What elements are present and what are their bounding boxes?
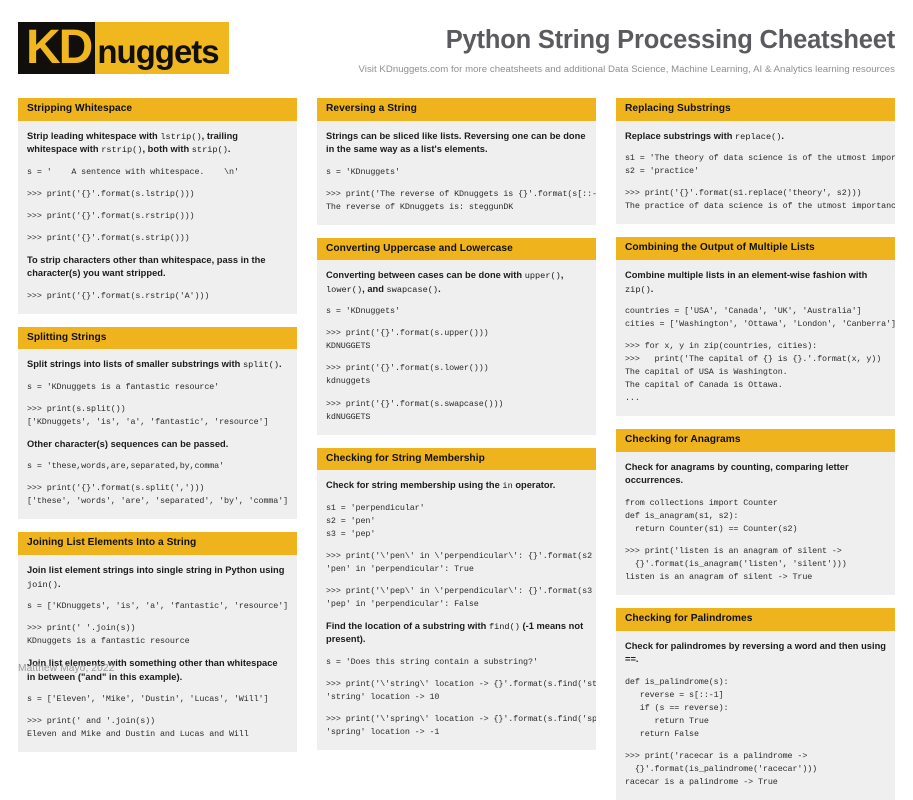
- page-header: KD nuggets Python String Processing Chea…: [0, 0, 913, 76]
- code-snippet: s = 'KDnuggets': [326, 306, 400, 317]
- code-snippet: >>> print('{}'.format(s.lower())) kdnugg…: [326, 363, 489, 387]
- card-title: Converting Uppercase and Lowercase: [317, 237, 596, 261]
- card-description: Combine multiple lists in an element-wis…: [625, 270, 868, 295]
- code-snippet: >>> print('\'pen\' in \'perpendicular\':…: [326, 550, 592, 574]
- card-description: Other character(s) sequences can be pass…: [27, 438, 229, 449]
- cheatsheet-card: Joining List Elements Into a String Join …: [18, 532, 297, 753]
- card-title: Checking for String Membership: [317, 447, 596, 471]
- cheatsheet-card: Checking for Palindromes Check for palind…: [616, 607, 895, 800]
- cheatsheet-card: Checking for Anagrams Check for anagrams …: [616, 429, 895, 595]
- card-description: To strip characters other than whitespac…: [27, 254, 266, 279]
- code-snippet: >>> print(' and '.join(s)) Eleven and Mi…: [27, 716, 249, 740]
- cheatsheet-card: Replacing Substrings Replace substrings w…: [616, 98, 895, 225]
- cheatsheet-card: Checking for String Membership Check for …: [317, 447, 596, 750]
- footer-credit: Matthew Mayo, 2022: [18, 663, 115, 674]
- code-snippet: countries = ['USA', 'Canada', 'UK', 'Aus…: [625, 305, 895, 329]
- code-snippet: >>> print('{}'.format(s1.replace('theory…: [625, 188, 895, 212]
- code-snippet: >>> print('{}'.format(s.lstrip())): [27, 188, 195, 199]
- code-snippet: >>> print('{}'.format(s.upper())) KDNUGG…: [326, 328, 489, 352]
- cheatsheet-card: Combining the Output of Multiple Lists Co…: [616, 237, 895, 417]
- title-block: Python String Processing Cheatsheet Visi…: [359, 22, 896, 76]
- code-snippet: >>> print(s.split()) ['KDnuggets', 'is',…: [27, 403, 269, 427]
- card-body: Replace substrings with replace(). s1 = '…: [616, 121, 895, 225]
- cheatsheet-card: Reversing a String Strings can be sliced …: [317, 98, 596, 225]
- card-body: Combine multiple lists in an element-wis…: [616, 260, 895, 416]
- card-description: Strings can be sliced like lists. Revers…: [326, 130, 586, 155]
- card-body: Strip leading whitespace with lstrip(), …: [18, 121, 297, 314]
- code-snippet: >>> print('\'pep\' in \'perpendicular\':…: [326, 585, 592, 609]
- card-title: Joining List Elements Into a String: [18, 532, 297, 556]
- kdnuggets-logo: KD nuggets: [18, 22, 229, 74]
- cheatsheet-column: Replacing Substrings Replace substrings w…: [616, 98, 895, 800]
- code-snippet: from collections import Counter def is_a…: [625, 497, 798, 534]
- code-snippet: >>> print('{}'.format(s.strip())): [27, 232, 190, 243]
- code-snippet: >>> print('{}'.format(s.split(','))) ['t…: [27, 483, 289, 507]
- code-snippet: s = 'KDnuggets': [326, 166, 400, 177]
- card-description: Find the location of a substring with fi…: [326, 620, 584, 645]
- card-description: Check for palindromes by reversing a wor…: [625, 640, 886, 665]
- page-subtitle: Visit KDnuggets.com for more cheatsheets…: [358, 64, 895, 76]
- code-snippet: >>> print('\'spring\' location -> {}'.fo…: [326, 713, 596, 737]
- cheatsheet-column: Stripping Whitespace Strip leading whites…: [18, 98, 297, 753]
- logo-nuggets-text: nuggets: [95, 22, 229, 74]
- code-snippet: >>> print('racecar is a palindrome -> {}…: [625, 750, 818, 787]
- code-snippet: s = 'KDnuggets is a fantastic resource': [27, 381, 220, 392]
- cheatsheet-column: Reversing a String Strings can be sliced …: [317, 98, 596, 750]
- card-title: Combining the Output of Multiple Lists: [616, 237, 895, 261]
- card-title: Reversing a String: [317, 98, 596, 121]
- cheatsheet-page: KD nuggets Python String Processing Chea…: [0, 0, 913, 800]
- code-snippet: >>> print('\'string\' location -> {}'.fo…: [326, 678, 596, 702]
- code-snippet: >>> print('{}'.format(s.rstrip('A'))): [27, 290, 210, 301]
- card-description: Split strings into lists of smaller subs…: [27, 359, 282, 371]
- card-body: Converting between cases can be done wit…: [317, 260, 596, 434]
- code-snippet: >>> print('{}'.format(s.rstrip())): [27, 210, 195, 221]
- code-snippet: s1 = 'perpendicular' s2 = 'pen' s3 = 'pe…: [326, 502, 425, 539]
- card-body: Check for anagrams by counting, comparin…: [616, 452, 895, 595]
- cheatsheet-card: Splitting Strings Split strings into list…: [18, 326, 297, 520]
- cheatsheet-card: Stripping Whitespace Strip leading whites…: [18, 98, 297, 314]
- card-body: Split strings into lists of smaller subs…: [18, 349, 297, 519]
- card-title: Splitting Strings: [18, 326, 297, 350]
- cheatsheet-columns: Stripping Whitespace Strip leading whites…: [0, 74, 913, 800]
- card-title: Replacing Substrings: [616, 98, 895, 121]
- card-body: Join list element strings into single st…: [18, 555, 297, 752]
- card-description: Join list element strings into single st…: [27, 565, 285, 590]
- card-body: Check for string membership using the in…: [317, 470, 596, 750]
- code-snippet: >>> print('listen is an anagram of silen…: [625, 545, 847, 582]
- code-snippet: s = ['Eleven', 'Mike', 'Dustin', 'Lucas'…: [27, 694, 269, 705]
- card-description: Converting between cases can be done wit…: [326, 270, 564, 295]
- card-title: Stripping Whitespace: [18, 98, 297, 121]
- code-snippet: s1 = 'The theory of data science is of t…: [625, 153, 895, 177]
- page-title: Python String Processing Cheatsheet: [445, 26, 895, 54]
- card-description: Check for string membership using the in…: [326, 480, 556, 492]
- logo-kd-text: KD: [18, 22, 96, 74]
- code-snippet: s = 'these,words,are,separated,by,comma': [27, 461, 225, 472]
- code-snippet: s = ['KDnuggets', 'is', 'a', 'fantastic'…: [27, 601, 289, 612]
- card-description: Strip leading whitespace with lstrip(), …: [27, 130, 238, 156]
- card-title: Checking for Anagrams: [616, 429, 895, 452]
- code-snippet: >>> for x, y in zip(countries, cities): …: [625, 341, 882, 404]
- card-description: Check for anagrams by counting, comparin…: [625, 461, 849, 486]
- card-title: Checking for Palindromes: [616, 607, 895, 631]
- code-snippet: s = ' A sentence with whitespace. \n': [27, 166, 239, 177]
- code-snippet: >>> print('The reverse of KDnuggets is {…: [326, 188, 596, 212]
- card-description: Replace substrings with replace().: [625, 130, 785, 142]
- cheatsheet-card: Converting Uppercase and Lowercase Conver…: [317, 237, 596, 435]
- code-snippet: >>> print('{}'.format(s.swapcase())) kdN…: [326, 398, 504, 422]
- card-body: Strings can be sliced like lists. Revers…: [317, 121, 596, 225]
- code-snippet: >>> print(' '.join(s)) KDnuggets is a fa…: [27, 623, 190, 647]
- code-snippet: s = 'Does this string contain a substrin…: [326, 656, 538, 667]
- card-body: Check for palindromes by reversing a wor…: [616, 631, 895, 800]
- code-snippet: def is_palindrome(s): reverse = s[::-1] …: [625, 676, 729, 739]
